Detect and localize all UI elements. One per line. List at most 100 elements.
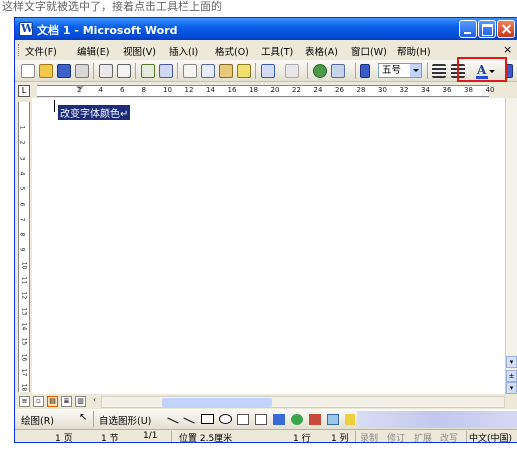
format-painter-icon[interactable] (237, 64, 251, 78)
vertical-ruler[interactable]: 1 2 3 4 5 6 7 8 9 10 11 12 13 14 15 16 17 18 (18, 102, 30, 392)
print-icon[interactable] (99, 64, 113, 78)
web-view-icon[interactable]: ▫ (33, 396, 44, 407)
draw-menu[interactable]: 绘图(R) (21, 413, 54, 427)
cut-icon[interactable] (183, 64, 197, 78)
ruler-number: 22 (292, 86, 301, 94)
menu-view[interactable]: 视图(V) (123, 44, 156, 58)
wordart-icon[interactable] (273, 414, 285, 425)
oval-tool-icon[interactable] (219, 414, 232, 424)
vertical-ruler-number: 16 (20, 353, 28, 361)
ruler-number: 10 (163, 86, 172, 94)
next-page-icon[interactable]: ▾ (506, 382, 517, 394)
text-box-icon[interactable] (237, 414, 249, 425)
rectangle-tool-icon[interactable] (201, 414, 214, 424)
vertical-ruler-number: 14 (20, 322, 28, 331)
selected-text[interactable]: 改变字体颜色↵ (58, 105, 131, 120)
open-folder-icon[interactable] (39, 64, 53, 78)
normal-view-icon[interactable]: ≡ (19, 396, 30, 407)
view-and-scroll-row: ≡ ▫ ▤ ≣ ▥ ‹ (15, 395, 517, 409)
print-preview-icon[interactable] (117, 64, 131, 78)
undo-icon[interactable] (261, 64, 275, 78)
vertical-ruler-number: 1 (18, 125, 26, 130)
align-justify-icon[interactable] (432, 64, 446, 78)
save-icon[interactable] (57, 64, 71, 78)
permission-icon[interactable] (75, 64, 89, 78)
insert-picture-icon[interactable] (327, 414, 339, 425)
copy-icon[interactable] (201, 64, 215, 78)
vertical-ruler-number: 10 (20, 261, 28, 270)
menu-file[interactable]: 文件(F) (25, 44, 57, 58)
document-page[interactable]: 改变字体颜色↵ (32, 98, 505, 394)
toolbar-separator (255, 63, 256, 79)
toolbar-separator (427, 63, 428, 79)
ruler-number: 34 (421, 86, 430, 94)
redo-icon[interactable] (285, 64, 299, 78)
status-language: 中文(中国) (469, 434, 513, 443)
fill-color-icon[interactable] (345, 414, 355, 425)
close-button[interactable] (497, 20, 515, 38)
print-layout-view-icon[interactable]: ▤ (47, 396, 58, 407)
window-title: 文档 1 - Microsoft Word (37, 24, 178, 37)
ruler-number: 2 (77, 86, 82, 94)
ruler-number: 8 (141, 86, 146, 94)
menu-format[interactable]: 格式(O) (215, 44, 249, 58)
select-objects-icon[interactable]: ↖ (79, 412, 87, 423)
ruler-track[interactable]: 2 4 6 8 10 12 14 16 18 20 22 24 26 28 30 32 34 36 38 40 (37, 85, 494, 97)
horizontal-ruler[interactable]: L 2 4 6 8 10 12 14 16 18 20 22 24 26 28 30 32 34 36 38 40 (15, 84, 517, 98)
research-icon[interactable] (159, 64, 173, 78)
horizontal-scroll-thumb[interactable] (162, 398, 272, 407)
previous-page-icon[interactable]: ± (506, 370, 517, 382)
status-track-changes[interactable]: 修订 (387, 431, 405, 442)
vertical-text-box-icon[interactable] (255, 414, 267, 425)
toolbar-chevron-icon[interactable] (360, 64, 370, 78)
menu-tools[interactable]: 工具(T) (261, 44, 293, 58)
text-insertion-mark (54, 100, 55, 112)
menubar-grip[interactable] (18, 44, 20, 56)
ruler-number: 6 (120, 86, 125, 94)
autoshapes-menu[interactable]: 自选图形(U) (99, 413, 151, 427)
top-caption-strip: 这样文字就被选中了，接着点击工具栏上面的 (0, 0, 517, 16)
status-record[interactable]: 录制 (360, 431, 378, 442)
menu-bar: 文件(F) 编辑(E) 视图(V) 插入(I) 格式(O) 工具(T) 表格(A… (15, 41, 517, 59)
chevron-down-icon[interactable] (410, 64, 421, 77)
spelling-icon[interactable] (141, 64, 155, 78)
scroll-down-icon[interactable]: ▾ (506, 356, 517, 368)
document-close-icon[interactable]: × (503, 43, 512, 56)
font-size-select[interactable]: 五号 (378, 63, 422, 78)
ruler-number: 12 (184, 86, 194, 94)
tab-selector[interactable]: L (18, 85, 30, 97)
menu-help[interactable]: 帮助(H) (397, 44, 431, 58)
reading-view-icon[interactable]: ▥ (75, 396, 86, 407)
outline-view-icon[interactable]: ≣ (61, 396, 72, 407)
minimize-button[interactable] (459, 20, 477, 38)
menu-window[interactable]: 窗口(W) (351, 44, 387, 58)
vertical-ruler-number: 7 (18, 217, 26, 222)
horizontal-scrollbar[interactable] (101, 396, 505, 408)
paste-icon[interactable] (219, 64, 233, 78)
drawing-toolbar: 绘图(R) ↖ 自选图形(U) (15, 409, 517, 429)
menu-edit[interactable]: 编辑(E) (77, 44, 109, 58)
title-bar[interactable]: 文档 1 - Microsoft Word (15, 18, 517, 40)
font-color-highlight-box (457, 57, 507, 82)
new-document-icon[interactable] (21, 64, 35, 78)
diagram-icon[interactable] (291, 414, 303, 425)
line-tool-icon[interactable] (167, 417, 179, 424)
status-extend[interactable]: 扩展 (414, 431, 432, 442)
maximize-button[interactable] (478, 20, 496, 38)
status-page: 1 页 (55, 434, 73, 443)
vertical-scrollbar[interactable]: ▾ ± ▾ (505, 98, 517, 394)
menu-insert[interactable]: 插入(I) (169, 44, 198, 58)
standard-toolbar: 五号 A (15, 60, 517, 82)
tables-borders-icon[interactable] (331, 64, 345, 78)
hyperlink-icon[interactable] (313, 64, 327, 78)
arrow-tool-icon[interactable] (183, 417, 195, 424)
status-page-of: 1/1 (143, 431, 158, 441)
word-app-icon[interactable] (19, 22, 33, 36)
scroll-left-icon[interactable]: ‹ (89, 396, 100, 407)
status-overtype[interactable]: 改写 (440, 431, 458, 442)
status-separator (171, 431, 172, 442)
clip-art-icon[interactable] (309, 414, 321, 425)
vertical-ruler-number: 9 (18, 247, 26, 252)
ruler-number: 4 (98, 86, 103, 94)
menu-table[interactable]: 表格(A) (305, 44, 338, 58)
